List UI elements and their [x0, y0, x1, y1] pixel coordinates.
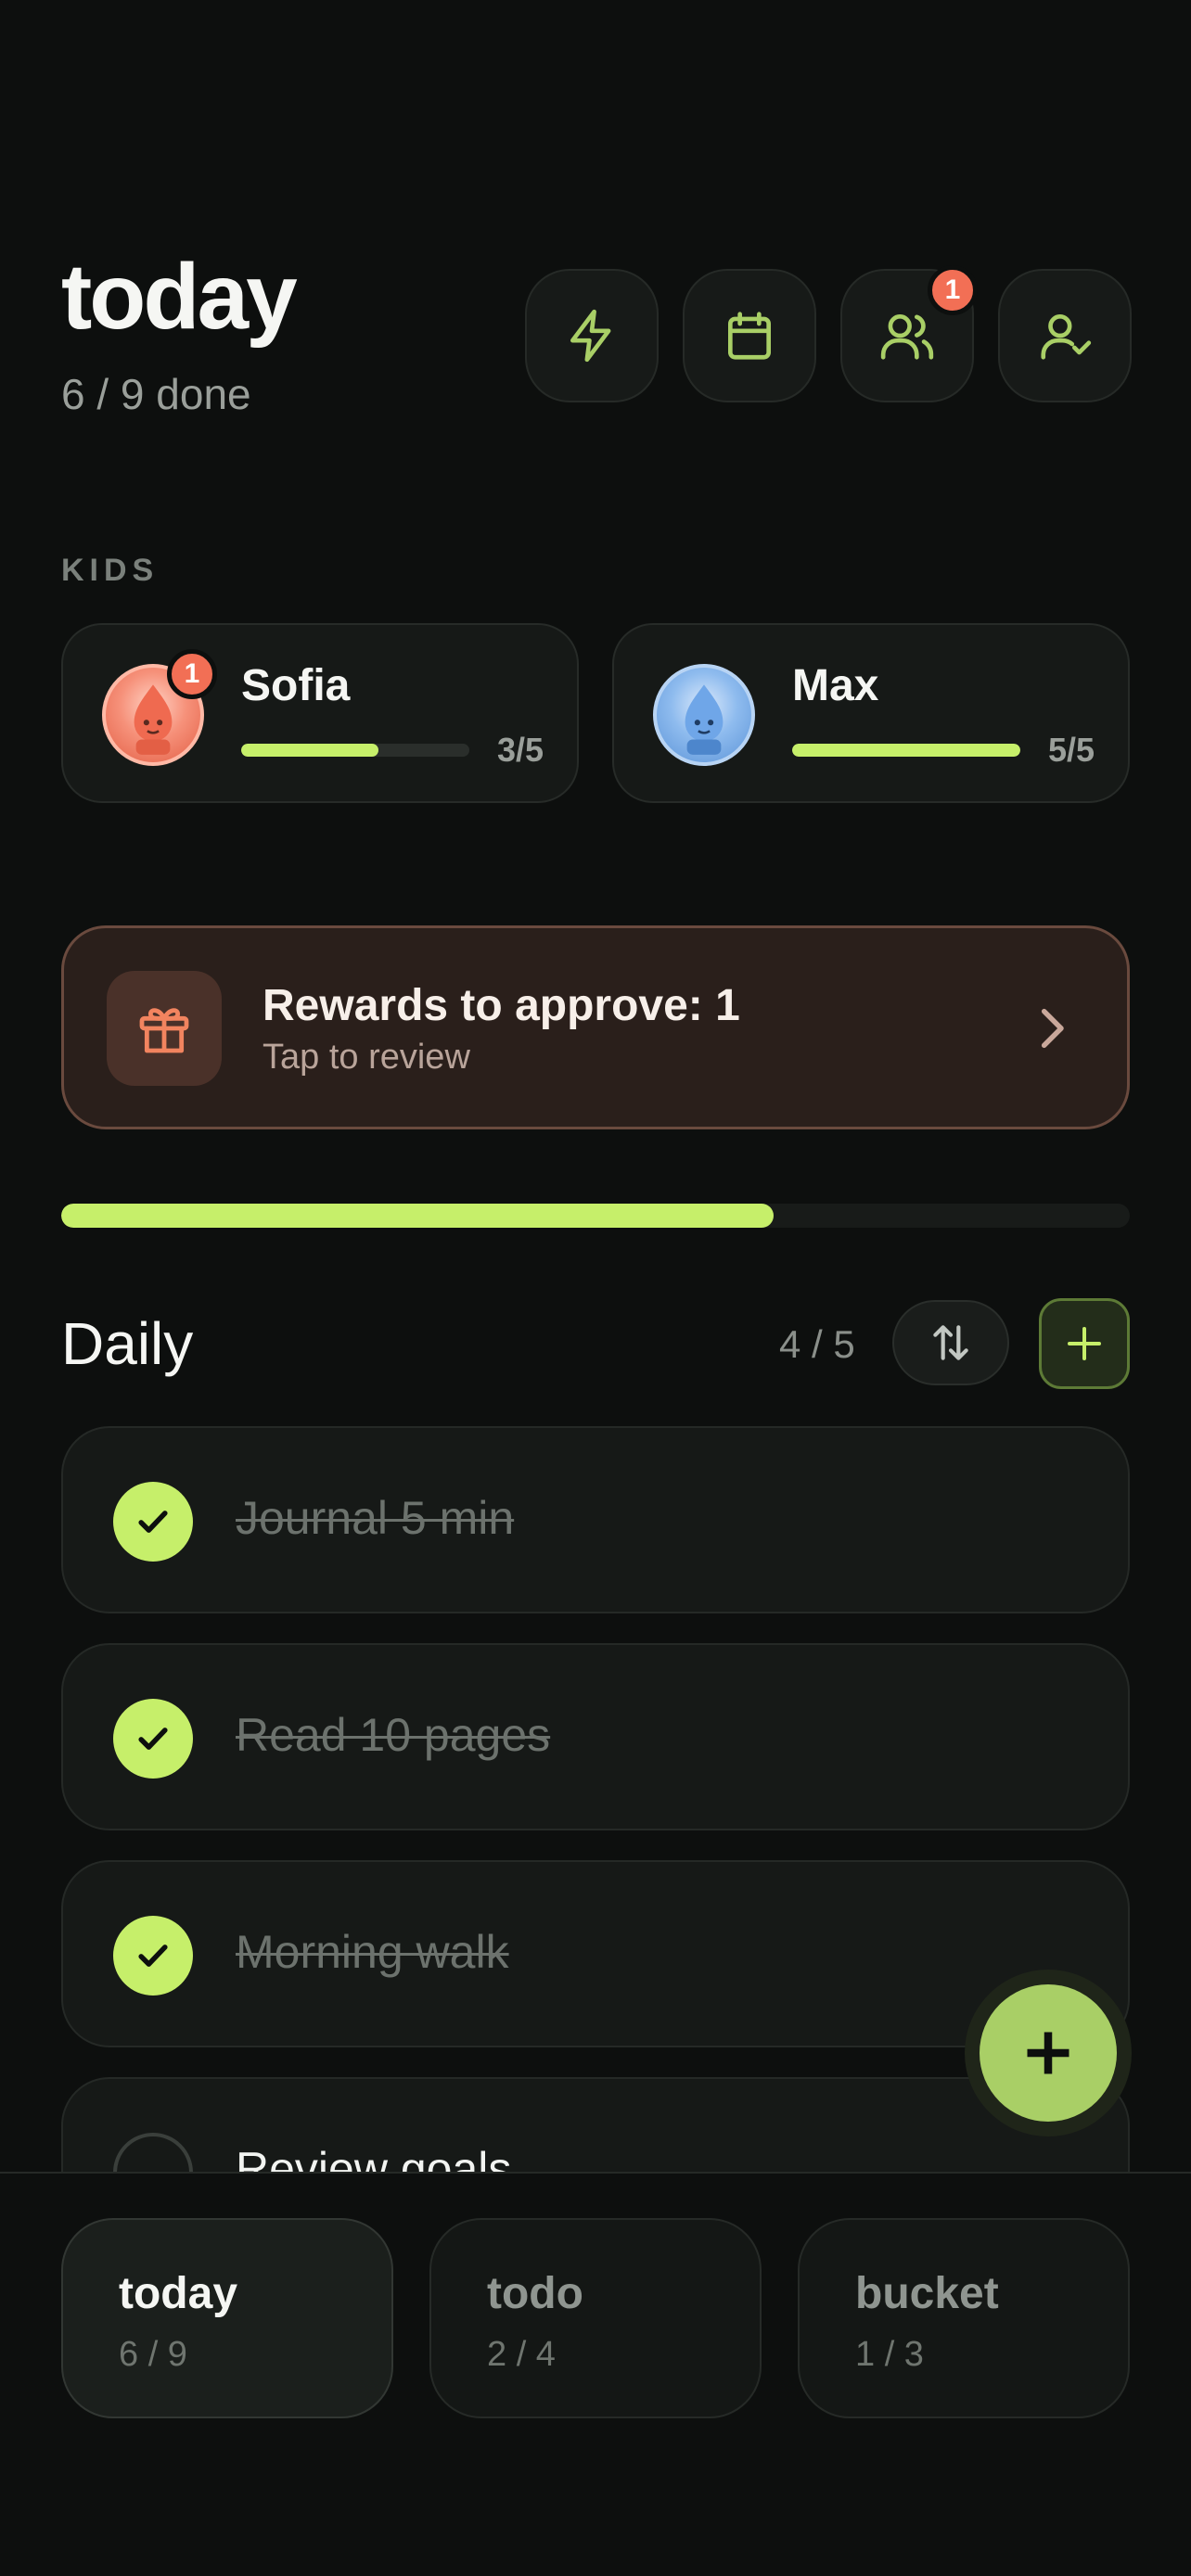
task-label: Journal 5 min — [236, 1492, 515, 1544]
checkbox-checked[interactable] — [113, 1699, 193, 1779]
kid-name: Sofia — [241, 661, 351, 710]
tab-bucket[interactable]: bucket 1 / 3 — [798, 2218, 1130, 2418]
floating-add-button[interactable] — [965, 1970, 1132, 2136]
checkbox-checked[interactable] — [113, 1482, 193, 1562]
gift-icon-container — [107, 971, 222, 1086]
tab-label: todo — [487, 2269, 583, 2318]
checkmark-icon — [138, 1728, 168, 1750]
task-label: Morning walk — [236, 1926, 509, 1978]
family-button[interactable]: 1 — [840, 265, 978, 402]
tab-count: 1 / 3 — [855, 2335, 924, 2374]
checkmark-icon — [138, 1511, 168, 1533]
lightning-button[interactable] — [525, 269, 659, 402]
tab-label: today — [119, 2269, 238, 2318]
section-title: Daily — [61, 1310, 194, 1377]
kid-name: Max — [792, 661, 879, 710]
task-label: Review goals — [236, 2143, 512, 2172]
rewards-subtitle: Tap to review — [263, 1038, 470, 1077]
checkbox-unchecked[interactable] — [113, 2133, 193, 2172]
page-header: today 6 / 9 done — [61, 245, 298, 419]
kid-badge: 1 — [167, 649, 217, 699]
kid-progress-fill — [241, 744, 378, 757]
rewards-title: Rewards to approve: 1 — [263, 981, 740, 1030]
tab-today[interactable]: today 6 / 9 — [61, 2218, 393, 2418]
tab-count: 2 / 4 — [487, 2335, 556, 2374]
list-item[interactable]: Review goals — [61, 2077, 1130, 2172]
avatar — [653, 664, 755, 766]
kids-section-label: KIDS — [61, 553, 160, 588]
list-item[interactable]: Morning walk — [61, 1860, 1130, 2047]
sort-button[interactable] — [892, 1300, 1009, 1385]
kid-avatar-icon — [685, 684, 724, 755]
checkmark-icon — [138, 1945, 168, 1967]
sort-arrows-icon — [933, 1325, 968, 1360]
tab-count: 6 / 9 — [119, 2335, 187, 2374]
add-task-button[interactable] — [1039, 1298, 1130, 1389]
kid-progress-bar — [241, 744, 469, 757]
overall-progress-bar — [61, 1204, 1130, 1228]
approvals-button[interactable] — [998, 269, 1132, 402]
plus-icon — [1027, 2032, 1069, 2074]
notification-badge: 1 — [928, 265, 978, 315]
page-title: today — [61, 245, 298, 349]
kid-card-sofia[interactable]: 1 Sofia 3/5 — [61, 623, 579, 803]
tab-label: bucket — [855, 2269, 999, 2318]
users-icon — [880, 314, 934, 360]
tab-todo[interactable]: todo 2 / 4 — [429, 2218, 762, 2418]
user-check-icon — [1041, 314, 1092, 360]
gift-icon — [139, 1008, 189, 1053]
page-subtitle: 6 / 9 done — [61, 370, 251, 418]
bottom-navigation: today 6 / 9 todo 2 / 4 bucket 1 / 3 — [0, 2172, 1191, 2576]
fab-circle — [980, 1984, 1117, 2122]
calendar-icon — [728, 312, 771, 360]
lightning-icon — [570, 309, 611, 363]
list-item[interactable]: Journal 5 min — [61, 1426, 1130, 1613]
calendar-button[interactable] — [683, 269, 816, 402]
section-count: 4 / 5 — [779, 1322, 855, 1366]
checkbox-checked[interactable] — [113, 1916, 193, 1996]
chevron-right-icon — [1041, 1008, 1064, 1049]
kid-count: 5/5 — [1047, 731, 1095, 769]
kid-progress-bar — [792, 744, 1020, 757]
rewards-approval-card[interactable]: Rewards to approve: 1 Tap to review — [61, 925, 1130, 1129]
plus-icon — [1068, 1327, 1101, 1360]
overall-progress-fill — [61, 1204, 775, 1228]
kid-progress-fill — [792, 744, 1020, 757]
task-label: Read 10 pages — [236, 1709, 551, 1761]
kid-count: 3/5 — [496, 731, 544, 769]
list-item[interactable]: Read 10 pages — [61, 1643, 1130, 1830]
kid-card-max[interactable]: Max 5/5 — [612, 623, 1130, 803]
